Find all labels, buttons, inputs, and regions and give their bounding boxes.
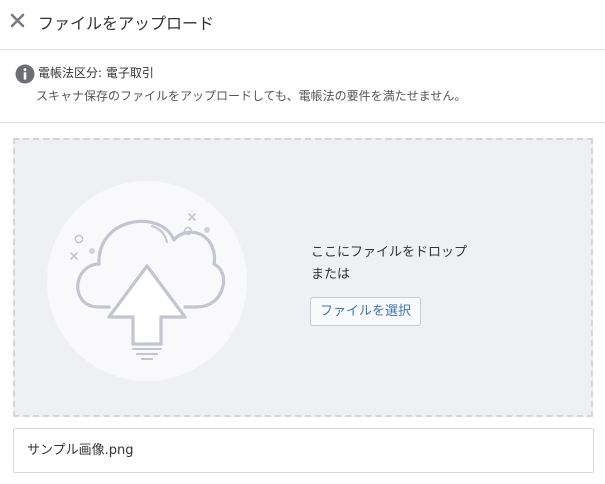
- close-icon: [10, 13, 25, 28]
- or-separator: または: [311, 267, 351, 282]
- notice-label: 電帳法区分: 電子取引: [38, 66, 154, 80]
- file-name: サンプル画像.png: [27, 443, 134, 458]
- notice-panel: 電帳法区分: 電子取引 スキャナ保存のファイルをアップロードしても、電帳法の要件…: [0, 50, 605, 123]
- dialog-title: ファイルをアップロード: [38, 14, 215, 33]
- close-button[interactable]: [8, 11, 28, 31]
- notice-message: スキャナ保存のファイルをアップロードしても、電帳法の要件を満たせません。: [36, 89, 467, 103]
- dialog-header: ファイルをアップロード: [0, 0, 605, 50]
- uploaded-file-item: サンプル画像.png: [13, 428, 594, 473]
- select-file-button[interactable]: ファイルを選択: [310, 297, 422, 326]
- upload-dialog: ファイルをアップロード 電帳法区分: 電子取引 スキャナ保存のファイルをアップロ…: [0, 0, 605, 484]
- drop-instruction: ここにファイルをドロップ: [311, 245, 468, 260]
- file-dropzone[interactable]: ここにファイルをドロップ または ファイルを選択: [13, 138, 593, 417]
- cloud-upload-icon: [47, 181, 247, 381]
- info-icon: [15, 64, 35, 84]
